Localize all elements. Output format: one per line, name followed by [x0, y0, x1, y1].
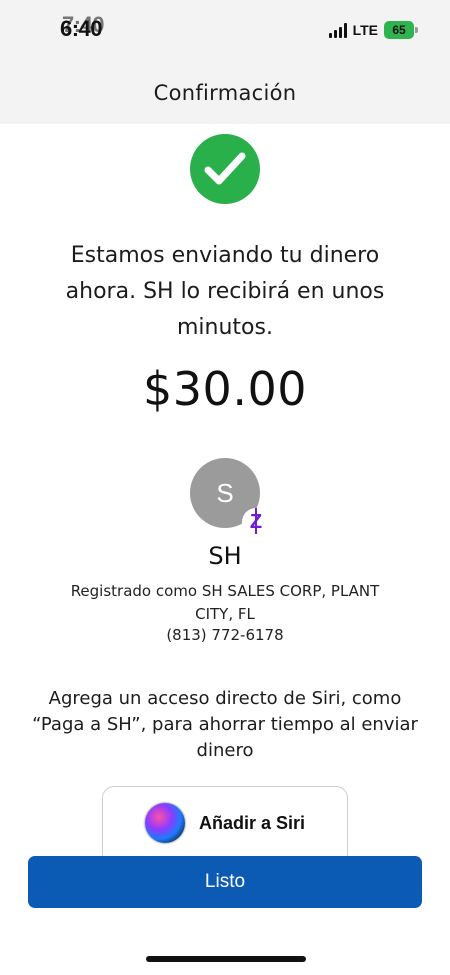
- signal-icon: [328, 22, 347, 38]
- page-title: Confirmación: [153, 81, 297, 105]
- add-to-siri-label: Añadir a Siri: [198, 813, 306, 833]
- add-to-siri-button[interactable]: Añadir a Siri: [102, 786, 348, 856]
- battery-icon: 65: [384, 21, 418, 39]
- zelle-logo-icon: Z: [242, 507, 270, 536]
- recipient-phone: (813) 772-6178: [166, 626, 284, 644]
- done-label: Listo: [204, 871, 246, 892]
- status-time: 6:40: [60, 16, 103, 41]
- navigation-bar: Confirmación: [0, 62, 450, 124]
- network-label: LTE: [352, 22, 378, 38]
- siri-icon: [144, 803, 185, 843]
- battery-level: 65: [392, 23, 406, 37]
- status-bar: 7:40 6:40 LTE 65: [0, 0, 450, 62]
- siri-prompt: Agrega un acceso directo de Siri, como “…: [32, 688, 418, 761]
- status-icons: LTE 65: [328, 18, 418, 42]
- recipient-registered: Registrado como SH SALES CORP, PLANT CIT…: [70, 582, 380, 623]
- avatar-initial: S: [216, 477, 234, 508]
- checkmark-circle-icon: [190, 134, 260, 204]
- amount: $30.00: [143, 362, 307, 416]
- home-indicator[interactable]: [146, 956, 306, 962]
- done-button[interactable]: Listo: [28, 856, 422, 908]
- recipient-name: SH: [208, 542, 242, 570]
- confirmation-message: Estamos enviando tu dinero ahora. SH lo …: [65, 243, 385, 340]
